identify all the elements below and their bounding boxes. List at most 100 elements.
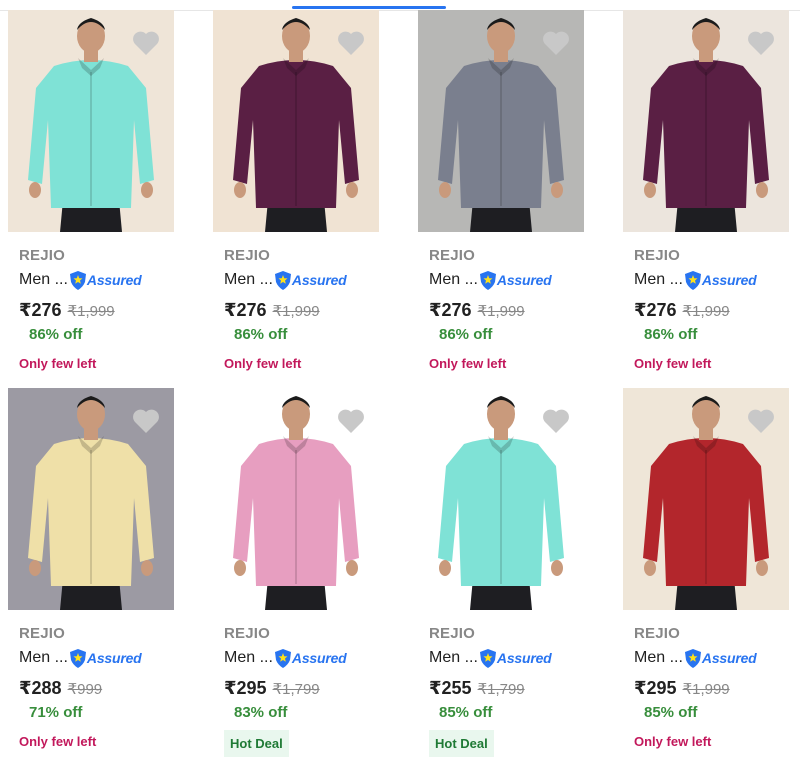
wishlist-heart-icon[interactable] xyxy=(337,408,365,434)
assured-label: Assured xyxy=(291,272,347,288)
selling-price: ₹255 xyxy=(429,678,472,698)
product-brand: REJIO xyxy=(429,625,476,642)
product-title[interactable]: Men ... xyxy=(224,649,273,667)
active-tab-indicator xyxy=(292,6,446,9)
assured-badge: Assured xyxy=(684,270,757,290)
discount-percent: 85% off xyxy=(439,704,493,721)
selling-price: ₹276 xyxy=(429,300,472,320)
product-image[interactable] xyxy=(8,388,174,610)
availability-tag: Only few left xyxy=(19,356,97,371)
product-card[interactable]: REJIO Men ... Assured ₹276 ₹1,999 86% of… xyxy=(615,10,800,388)
price-row: ₹276 ₹1,999 xyxy=(19,300,205,321)
discount-percent: 86% off xyxy=(29,326,83,343)
product-brand: REJIO xyxy=(634,247,681,264)
assured-shield-icon xyxy=(69,648,86,668)
product-title[interactable]: Men ... xyxy=(634,649,683,667)
product-image[interactable] xyxy=(213,388,379,610)
price-row: ₹295 ₹1,999 xyxy=(634,678,800,699)
discount-percent: 71% off xyxy=(29,704,83,721)
product-card[interactable]: REJIO Men ... Assured ₹276 ₹1,999 86% of… xyxy=(0,10,205,388)
assured-label: Assured xyxy=(701,650,757,666)
assured-shield-icon xyxy=(479,648,496,668)
assured-shield-icon xyxy=(69,270,86,290)
selling-price: ₹295 xyxy=(224,678,267,698)
original-price: ₹1,799 xyxy=(272,681,320,698)
assured-badge: Assured xyxy=(274,270,347,290)
product-title[interactable]: Men ... xyxy=(224,271,273,289)
discount-percent: 83% off xyxy=(234,704,288,721)
availability-tag: Only few left xyxy=(19,734,97,749)
product-grid: REJIO Men ... Assured ₹276 ₹1,999 86% of… xyxy=(0,10,800,766)
availability-tag: Hot Deal xyxy=(224,730,289,757)
product-image[interactable] xyxy=(623,388,789,610)
product-card[interactable]: REJIO Men ... Assured ₹255 ₹1,799 85% of… xyxy=(410,388,615,766)
selling-price: ₹276 xyxy=(19,300,62,320)
product-title[interactable]: Men ... xyxy=(429,649,478,667)
title-row: Men ... Assured xyxy=(429,269,615,291)
title-row: Men ... Assured xyxy=(634,647,800,669)
discount-percent: 86% off xyxy=(439,326,493,343)
title-row: Men ... Assured xyxy=(19,269,205,291)
product-image[interactable] xyxy=(418,10,584,232)
availability-tag: Only few left xyxy=(634,356,712,371)
product-card[interactable]: REJIO Men ... Assured ₹288 ₹999 71% off … xyxy=(0,388,205,766)
product-image[interactable] xyxy=(623,10,789,232)
wishlist-heart-icon[interactable] xyxy=(542,30,570,56)
assured-shield-icon xyxy=(479,270,496,290)
assured-badge: Assured xyxy=(479,270,552,290)
selling-price: ₹276 xyxy=(224,300,267,320)
product-card[interactable]: REJIO Men ... Assured ₹276 ₹1,999 86% of… xyxy=(410,10,615,388)
assured-badge: Assured xyxy=(684,648,757,668)
title-row: Men ... Assured xyxy=(634,269,800,291)
price-row: ₹276 ₹1,999 xyxy=(634,300,800,321)
product-brand: REJIO xyxy=(19,625,66,642)
product-brand: REJIO xyxy=(634,625,681,642)
product-card[interactable]: REJIO Men ... Assured ₹295 ₹1,799 83% of… xyxy=(205,388,410,766)
product-card[interactable]: REJIO Men ... Assured ₹276 ₹1,999 86% of… xyxy=(205,10,410,388)
title-row: Men ... Assured xyxy=(19,647,205,669)
price-row: ₹295 ₹1,799 xyxy=(224,678,410,699)
title-row: Men ... Assured xyxy=(429,647,615,669)
discount-percent: 86% off xyxy=(234,326,288,343)
assured-shield-icon xyxy=(274,270,291,290)
assured-badge: Assured xyxy=(479,648,552,668)
price-row: ₹288 ₹999 xyxy=(19,678,205,699)
assured-shield-icon xyxy=(684,270,701,290)
product-image[interactable] xyxy=(213,10,379,232)
selling-price: ₹276 xyxy=(634,300,677,320)
product-title[interactable]: Men ... xyxy=(19,271,68,289)
product-brand: REJIO xyxy=(429,247,476,264)
original-price: ₹1,999 xyxy=(682,303,730,320)
wishlist-heart-icon[interactable] xyxy=(132,30,160,56)
wishlist-heart-icon[interactable] xyxy=(747,30,775,56)
wishlist-heart-icon[interactable] xyxy=(542,408,570,434)
original-price: ₹1,999 xyxy=(272,303,320,320)
wishlist-heart-icon[interactable] xyxy=(132,408,160,434)
assured-badge: Assured xyxy=(274,648,347,668)
discount-percent: 85% off xyxy=(644,704,698,721)
product-image[interactable] xyxy=(418,388,584,610)
product-title[interactable]: Men ... xyxy=(429,271,478,289)
assured-label: Assured xyxy=(496,272,552,288)
assured-badge: Assured xyxy=(69,648,142,668)
product-title[interactable]: Men ... xyxy=(19,649,68,667)
wishlist-heart-icon[interactable] xyxy=(337,30,365,56)
product-image[interactable] xyxy=(8,10,174,232)
original-price: ₹1,999 xyxy=(682,681,730,698)
assured-label: Assured xyxy=(291,650,347,666)
assured-label: Assured xyxy=(86,650,142,666)
selling-price: ₹288 xyxy=(19,678,62,698)
original-price: ₹999 xyxy=(67,681,103,698)
availability-tag: Only few left xyxy=(634,734,712,749)
assured-shield-icon xyxy=(684,648,701,668)
product-card[interactable]: REJIO Men ... Assured ₹295 ₹1,999 85% of… xyxy=(615,388,800,766)
product-title[interactable]: Men ... xyxy=(634,271,683,289)
availability-tag: Only few left xyxy=(224,356,302,371)
original-price: ₹1,999 xyxy=(477,303,525,320)
wishlist-heart-icon[interactable] xyxy=(747,408,775,434)
availability-tag: Hot Deal xyxy=(429,730,494,757)
product-brand: REJIO xyxy=(224,247,271,264)
product-brand: REJIO xyxy=(19,247,66,264)
assured-badge: Assured xyxy=(69,270,142,290)
assured-label: Assured xyxy=(86,272,142,288)
